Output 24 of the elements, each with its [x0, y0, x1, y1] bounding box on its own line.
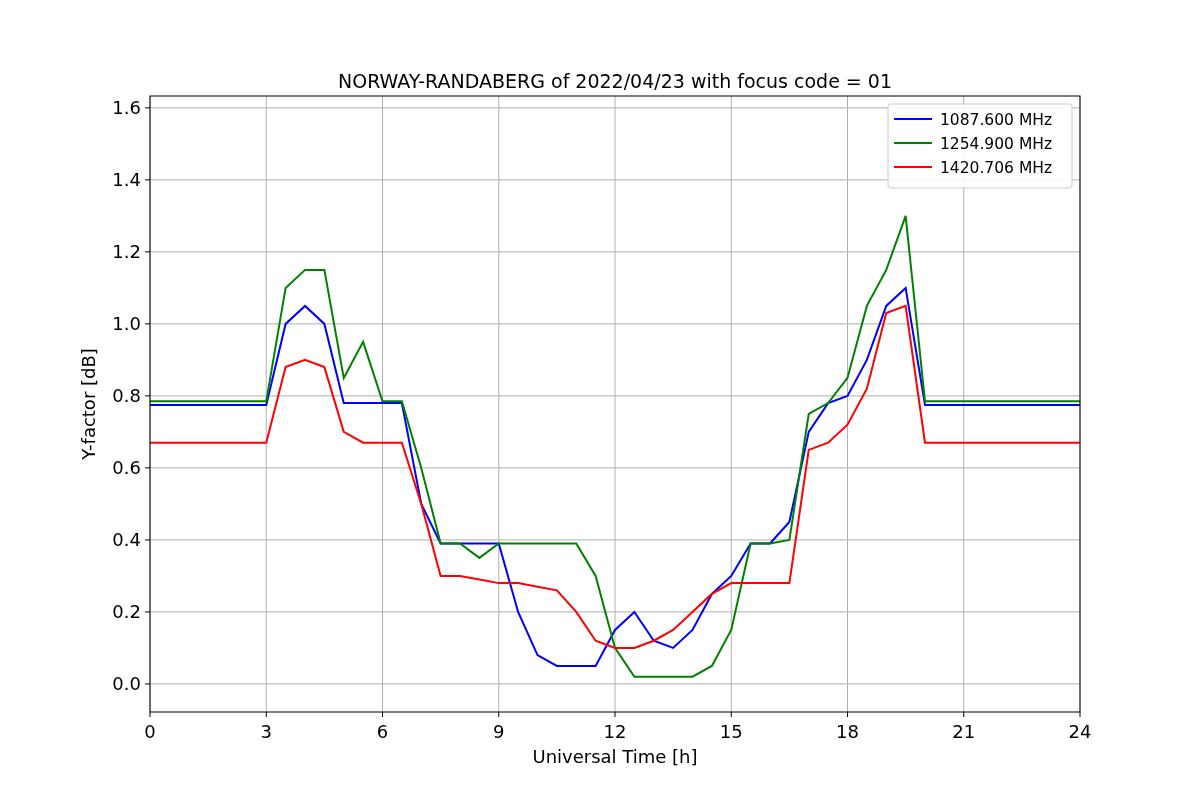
y-tick-label: 0.2 — [112, 600, 141, 622]
x-tick-label: 9 — [493, 721, 505, 742]
y-tick-label: 1.4 — [112, 168, 141, 190]
y-tick-label: 0.8 — [112, 384, 141, 406]
x-tick-label: 24 — [1068, 721, 1092, 742]
x-tick-label: 3 — [260, 721, 272, 742]
x-tick-label: 6 — [376, 721, 389, 742]
y-tick-label: 1.2 — [112, 240, 141, 262]
y-tick-label: 1.6 — [112, 96, 141, 118]
y-tick-label: 1.0 — [112, 312, 141, 334]
legend-label: 1254.900 MHz — [940, 135, 1053, 153]
y-tick-label: 0.0 — [112, 672, 141, 694]
y-axis-label: Y-factor [dB] — [78, 348, 99, 460]
legend-label: 1420.706 MHz — [940, 159, 1053, 177]
x-tick-label: 0 — [144, 721, 156, 742]
x-tick-label: 15 — [719, 721, 743, 742]
y-tick-label: 0.4 — [112, 528, 141, 550]
x-tick-label: 21 — [952, 721, 976, 742]
legend-label: 1087.600 MHz — [940, 111, 1053, 129]
x-axis-label: Universal Time [h] — [532, 746, 698, 767]
x-tick-label: 18 — [836, 721, 859, 742]
x-tick-label: 12 — [603, 721, 627, 742]
y-tick-label: 0.6 — [112, 456, 141, 478]
chart-title: NORWAY-RANDABERG of 2022/04/23 with focus code = 01 — [338, 70, 892, 92]
